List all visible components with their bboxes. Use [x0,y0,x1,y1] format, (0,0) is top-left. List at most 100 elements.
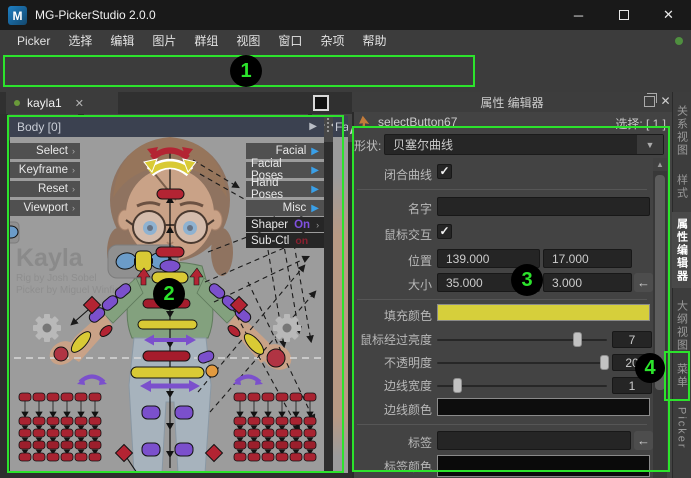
tab-close-icon[interactable]: ✕ [75,97,84,110]
tab-relation-view[interactable]: 关系视图 [672,100,691,162]
submenu-arrow-icon: › [72,203,75,213]
menu-help[interactable]: 帮助 [353,30,395,52]
title-bar: M MG-PickerStudio 2.0.0 ─ ✕ [0,0,691,30]
tab-menu[interactable]: 菜单 [672,358,691,394]
scrollbar-thumb[interactable] [655,175,665,390]
window-title: MG-PickerStudio 2.0.0 [35,8,156,22]
facial-page-button[interactable]: Facial ▶ [246,143,324,159]
hand-poses-label: Hand Poses [251,177,306,201]
shape-value: 贝塞尔曲线 [393,136,453,153]
gear-icon-left[interactable] [33,314,61,342]
play-arrow-icon: ▶ [311,146,319,157]
shaper-label: Shaper [251,219,288,231]
outline-color-swatch[interactable] [437,398,650,416]
opacity-label: 不透明度 [356,354,432,371]
reset-label: Reset [38,183,68,195]
object-cursor-icon [358,115,372,129]
viewport-menu-button[interactable]: Viewport › [10,200,80,216]
maximize-button[interactable] [601,0,646,30]
eye-widget-edge[interactable] [10,222,19,243]
app-window: M MG-PickerStudio 2.0.0 ─ ✕ Picker 选择 编辑… [0,0,691,478]
keyframe-menu-button[interactable]: Keyframe › [10,162,80,178]
select-menu-button[interactable]: Select › [10,143,80,159]
menu-image[interactable]: 图片 [143,30,185,52]
position-x-field[interactable]: 139.000 [437,249,540,268]
play-arrow-icon: ▶ [311,165,319,176]
shaper-value: On [294,219,310,231]
misc-label: Misc [283,202,307,214]
size-width-field[interactable]: 35.000 [437,273,540,292]
tab-property-editor[interactable]: 属性编辑器 [672,212,691,288]
picker-page-header[interactable]: Body [0] ▶ [10,116,324,137]
tab-outline-view[interactable]: 大纲视图 [672,296,691,356]
panel-close-icon[interactable]: ✕ [659,94,672,108]
size-height-field[interactable]: 3.000 [543,273,632,292]
opacity-slider[interactable] [437,362,607,364]
menu-picker[interactable]: Picker [8,30,59,52]
scroll-up-icon[interactable]: ▲ [653,158,667,171]
tab-picker[interactable]: Picker [672,402,691,454]
play-arrow-icon: ▶ [311,203,319,214]
position-y-field[interactable]: 17.000 [543,249,632,268]
hover-brightness-handle[interactable] [573,332,582,347]
toolbar: T [0,52,691,92]
picker-page-sliver[interactable] [333,116,348,473]
tag-reset-button[interactable]: ← [634,431,653,450]
tag-color-swatch[interactable] [437,455,650,477]
chevron-down-icon[interactable]: ▼ [637,135,663,154]
shaper-toggle[interactable]: Shaper On › [246,217,324,232]
outline-width-slider[interactable] [437,385,607,387]
menu-view[interactable]: 视图 [227,30,269,52]
menu-window[interactable]: 窗口 [269,30,311,52]
hand-poses-page-button[interactable]: Hand Poses ▶ [246,181,324,197]
subctl-label: Sub-Ctl [251,235,289,247]
property-editor-header[interactable]: 属性 编辑器 [352,92,672,112]
size-label: 大小 [356,276,432,293]
outline-width-handle[interactable] [453,378,462,393]
closed-curve-label: 闭合曲线 [356,166,432,183]
submenu-arrow-icon: › [72,165,75,175]
reset-menu-button[interactable]: Reset › [10,181,80,197]
subctl-toggle[interactable]: Sub-Ctl on [246,233,324,248]
sliver-title: Fa [335,120,348,134]
opacity-handle[interactable] [600,355,609,370]
subctl-value: on [295,235,308,247]
undock-icon[interactable] [644,96,655,107]
menu-edit[interactable]: 编辑 [101,30,143,52]
property-editor-title: 属性 编辑器 [480,94,543,111]
tab-kayla1[interactable]: kayla1 ✕ [6,92,118,114]
picker-page-title: Body [0] [17,120,61,134]
closed-curve-checkbox[interactable]: ✓ [437,164,452,179]
outline-width-label: 边线宽度 [356,377,432,394]
shape-label: 形状: [354,137,382,154]
facial-poses-page-button[interactable]: Facial Poses ▶ [246,162,324,178]
mouse-interact-label: 鼠标交互 [356,226,432,243]
shape-dropdown[interactable]: 贝塞尔曲线 ▼ [384,134,664,155]
keyframe-label: Keyframe [19,164,68,176]
mouse-interact-checkbox[interactable]: ✓ [437,224,452,239]
panel-maximize-icon[interactable] [313,95,329,111]
misc-page-button[interactable]: Misc ▶ [246,200,324,216]
page-header-arrow-icon[interactable]: ▶ [309,121,317,132]
name-input[interactable] [437,197,650,216]
minimize-button[interactable]: ─ [556,0,601,30]
gear-icon-right[interactable] [273,314,301,342]
opacity-value[interactable]: 20 [612,354,652,371]
separator [357,189,647,190]
close-button[interactable]: ✕ [646,0,691,30]
sliver-page-header[interactable]: Fa [333,116,348,137]
outline-width-value[interactable]: 1 [612,377,652,394]
fill-color-swatch[interactable] [437,304,650,321]
submenu-arrow-icon: › [72,146,75,156]
size-reset-button[interactable]: ← [634,273,653,292]
menu-group[interactable]: 群组 [185,30,227,52]
menu-select[interactable]: 选择 [59,30,101,52]
tab-label: kayla1 [27,96,62,110]
hover-brightness-value[interactable]: 7 [612,331,652,348]
separator [357,424,647,425]
facial-label: Facial [276,145,307,157]
tab-style[interactable]: 样式 [672,168,691,206]
maximize-icon [619,10,629,20]
tag-input[interactable] [437,431,631,450]
menu-misc[interactable]: 杂项 [311,30,353,52]
